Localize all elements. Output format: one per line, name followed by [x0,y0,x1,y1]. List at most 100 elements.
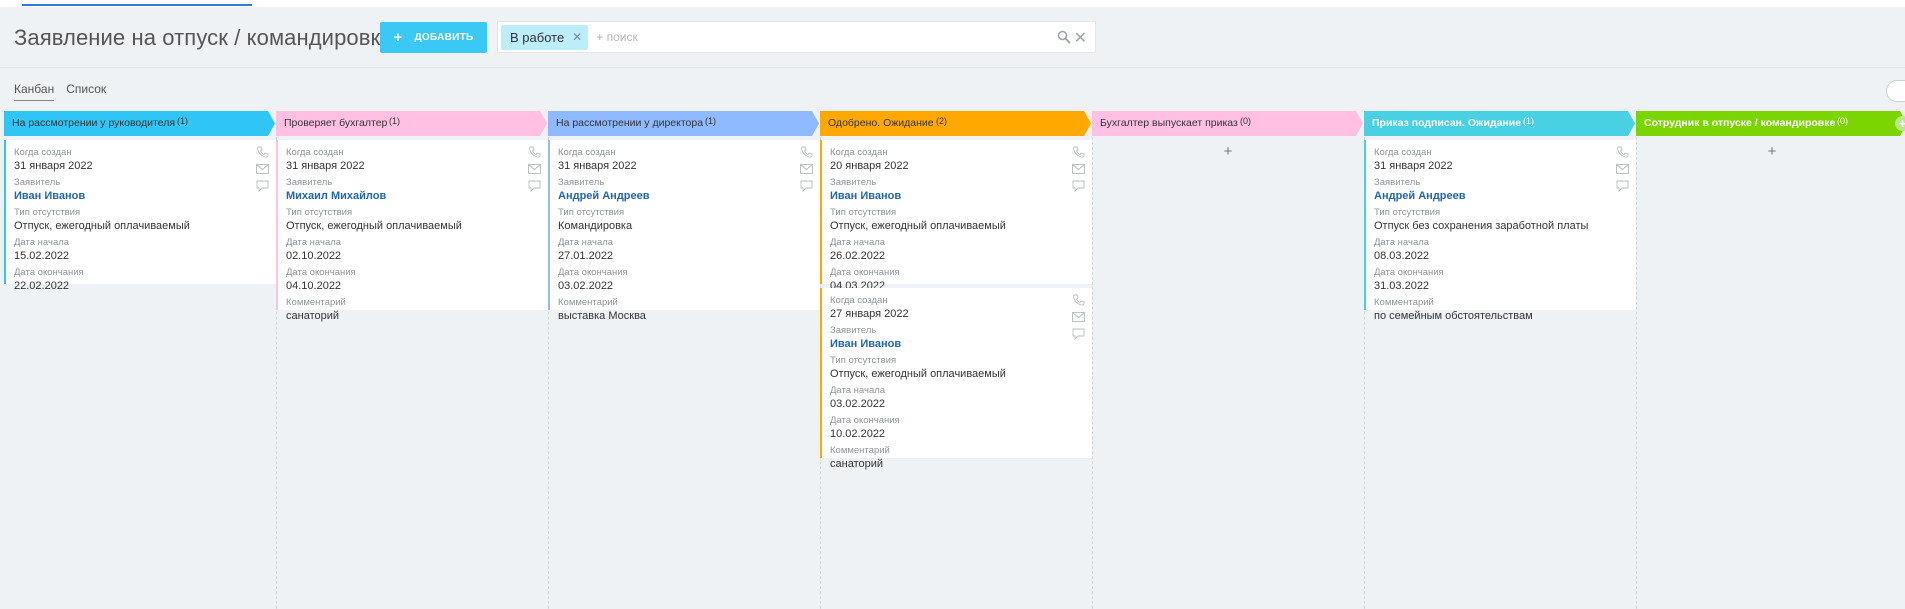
kanban-column: Бухгалтер выпускает приказ (0) + [1092,111,1365,609]
column-count: (0) [1837,116,1848,126]
active-top-tab-indicator [22,4,252,6]
kanban-column: На рассмотрении у директора(1)+Когда соз… [548,111,821,609]
column-title: Проверяет бухгалтер [284,117,388,129]
card-created-value: 31 января 2022 [14,160,93,172]
phone-icon[interactable] [528,146,541,158]
kanban-card[interactable]: Когда создан 31 января 2022 Заявитель Андре… [1364,140,1636,322]
kanban-card[interactable]: Когда создан 31 января 2022 Заявитель Андре… [548,140,820,322]
card-start-value: 15.02.2022 [14,250,70,262]
filter-chip[interactable]: В работе ✕ [501,24,589,50]
search-input[interactable]: + поиск [596,30,637,44]
card-type-value: Отпуск, ежегодный оплачиваемый [286,220,462,232]
card-type-value: Отпуск без сохранения заработной платы [1374,220,1589,232]
filter-search-box[interactable]: В работе ✕ + поиск ✕ [497,21,1096,53]
card-type-value: Отпуск, ежегодный оплачиваемый [830,368,1006,380]
card-field-label: Комментарий [286,297,346,308]
card-field-label: Заявитель [830,325,877,336]
view-kanban[interactable]: Канбан [14,82,55,101]
phone-icon[interactable] [256,146,269,158]
add-button[interactable]: + ДОБАВИТЬ [380,22,487,53]
column-header[interactable]: Бухгалтер выпускает приказ (0) [1092,111,1364,136]
plus-icon: + [393,29,403,46]
chip-close-icon[interactable]: ✕ [572,30,582,44]
mail-icon[interactable] [800,164,813,174]
card-created-value: 31 января 2022 [1374,160,1453,172]
card-field-label: Дата окончания [830,415,900,426]
chat-icon[interactable] [528,180,541,192]
card-field-label: Дата начала [830,385,886,396]
column-title: Одобрено. Ожидание [828,117,934,129]
card-start-value: 02.10.2022 [286,250,342,262]
phone-icon[interactable] [800,146,813,158]
card-applicant-link[interactable]: Михаил Михайлов [286,189,538,203]
column-title: Приказ подписан. Ожидание [1372,117,1522,129]
kanban-column: На рассмотрении у руководителя(1)+Быстры… [4,111,277,609]
card-actions [528,146,542,198]
card-applicant-link[interactable]: Иван Иванов [830,337,1082,351]
column-header[interactable]: Одобрено. Ожидание (2) [820,111,1092,136]
kanban-card[interactable]: Когда создан 20 января 2022 Заявитель Иван … [820,140,1092,292]
kanban-card[interactable]: Когда создан 31 января 2022 Заявитель Михаи… [276,140,548,322]
column-header[interactable]: Приказ подписан. Ожидание (1) [1364,111,1636,136]
add-column-icon[interactable]: + [1895,116,1905,131]
card-field-label: Заявитель [1374,177,1421,188]
card-field-label: Тип отсутствия [830,355,897,366]
phone-icon[interactable] [1616,146,1629,158]
column-header[interactable]: На рассмотрении у руководителя (1) [4,111,276,136]
card-applicant-link[interactable]: Андрей Андреев [558,189,810,203]
card-field-label: Дата окончания [558,267,628,278]
chat-icon[interactable] [256,180,269,192]
card-field-label: Когда создан [830,295,888,306]
card-actions [800,146,814,198]
chat-icon[interactable] [1616,180,1629,192]
card-field-label: Заявитель [14,177,61,188]
card-field-label: Заявитель [558,177,605,188]
column-title: На рассмотрении у директора [556,117,704,129]
mail-icon[interactable] [1072,164,1085,174]
card-field-label: Дата начала [830,237,886,248]
kanban-card[interactable]: Когда создан 31 января 2022 Заявитель Иван … [4,140,276,292]
card-field-label: Когда создан [1374,147,1432,158]
search-icon[interactable] [1057,30,1071,44]
card-field-label: Дата окончания [286,267,356,278]
kanban-column: Сотрудник в отпуске / командировке (0) + + [1636,111,1905,609]
card-created-value: 20 января 2022 [830,160,909,172]
mail-icon[interactable] [256,164,269,174]
mail-icon[interactable] [1072,312,1085,322]
column-header[interactable]: Проверяет бухгалтер (1) [276,111,548,136]
card-applicant-link[interactable]: Андрей Андреев [1374,189,1626,203]
clear-search-icon[interactable]: ✕ [1074,28,1087,48]
settings-button[interactable] [1886,80,1905,102]
mail-icon[interactable] [1616,164,1629,174]
header-divider [0,67,1905,68]
card-field-label: Дата окончания [1374,267,1444,278]
card-field-label: Тип отсутствия [14,207,81,218]
chat-icon[interactable] [800,180,813,192]
filter-chip-label: В работе [510,29,565,45]
card-applicant-link[interactable]: Иван Иванов [830,189,1082,203]
card-created-value: 27 января 2022 [830,308,909,320]
phone-icon[interactable] [1072,146,1085,158]
card-end-value: 31.03.2022 [1374,280,1430,292]
card-field-label: Тип отсутствия [1374,207,1441,218]
add-item-icon[interactable]: + [1636,140,1905,162]
card-end-value: 03.02.2022 [558,280,614,292]
column-count: (0) [1240,116,1251,126]
mail-icon[interactable] [528,164,541,174]
card-comment-value: санаторий [286,310,340,322]
card-comment-value: выставка Москва [558,310,646,322]
column-header[interactable]: Сотрудник в отпуске / командировке (0) + [1636,111,1905,136]
card-start-value: 26.02.2022 [830,250,886,262]
top-strip [0,0,1905,7]
column-header[interactable]: На рассмотрении у директора (1) [548,111,820,136]
phone-icon[interactable] [1072,294,1085,306]
add-item-icon[interactable]: + [1092,140,1364,162]
card-field-label: Тип отсутствия [286,207,353,218]
view-list[interactable]: Список [66,82,106,101]
chat-icon[interactable] [1072,328,1085,340]
kanban-card[interactable]: Когда создан 27 января 2022 Заявитель Иван … [820,288,1092,470]
card-applicant-link[interactable]: Иван Иванов [14,189,266,203]
card-field-label: Тип отсутствия [830,207,897,218]
chat-icon[interactable] [1072,180,1085,192]
column-count: (1) [1523,116,1534,126]
